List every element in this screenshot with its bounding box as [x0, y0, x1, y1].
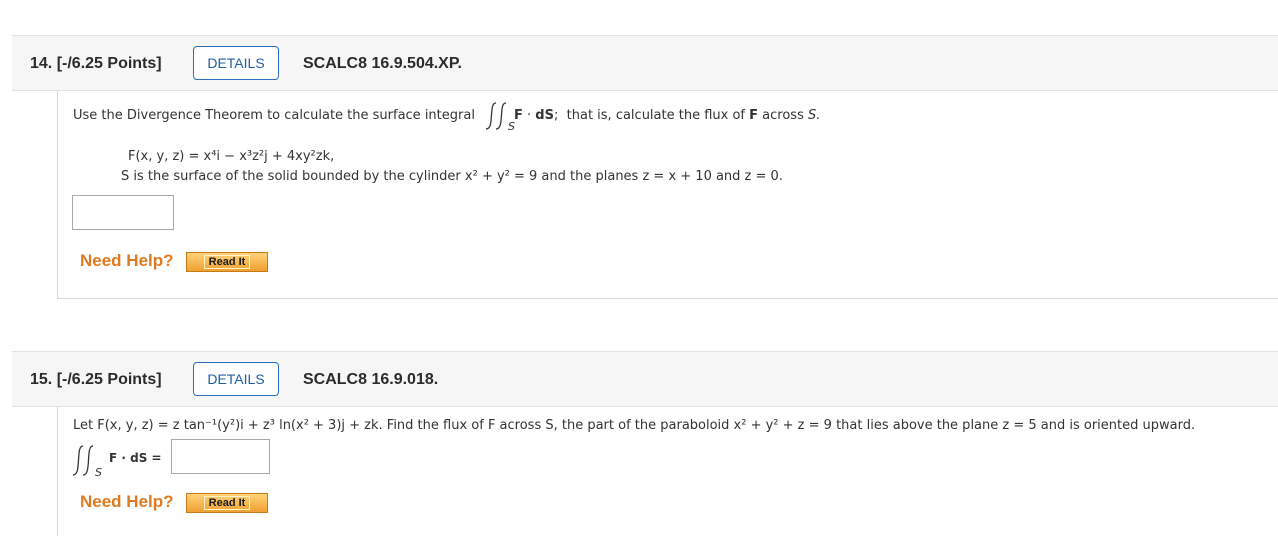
question-15-prompt: Let F(x, y, z) = z tan⁻¹(y²)i + z³ ln(x²…: [73, 418, 1196, 433]
question-14-title: 14. [-/6.25 Points]: [30, 55, 162, 72]
question-15-body: Let F(x, y, z) = z tan⁻¹(y²)i + z³ ln(x²…: [57, 407, 1278, 536]
surface-integral-icon: S: [72, 445, 102, 479]
surface-definition: S is the surface of the solid bounded by…: [121, 169, 783, 184]
question-14-code: SCALC8 16.9.504.XP.: [303, 55, 462, 72]
question-15-answer-field[interactable]: [171, 439, 270, 474]
dS-label: S: [544, 108, 554, 123]
question-14-prompt: Use the Divergence Theorem to calculate …: [73, 108, 475, 123]
question-15-integral-label: F · dS =: [109, 451, 162, 465]
question-14-details-button[interactable]: DETAILS: [193, 46, 279, 80]
question-14-read-it-button[interactable]: Read It: [186, 252, 268, 272]
question-15-details-button[interactable]: DETAILS: [193, 362, 279, 396]
question-14-answer-field[interactable]: [72, 195, 174, 230]
vector-field-definition: F(x, y, z) = x⁴i − x³z²j + 4xy²zk,: [128, 149, 335, 164]
question-15-read-it-button[interactable]: Read It: [186, 493, 268, 513]
question-15-need-help: Need Help?: [80, 492, 174, 511]
question-15-code: SCALC8 16.9.018.: [303, 371, 439, 388]
question-15-title: 15. [-/6.25 Points]: [30, 371, 162, 388]
question-14-header: 14. [-/6.25 Points] DETAILS SCALC8 16.9.…: [12, 35, 1278, 91]
question-14-need-help: Need Help?: [80, 251, 174, 270]
svg-text:S: S: [95, 466, 102, 479]
question-15-header: 15. [-/6.25 Points] DETAILS SCALC8 16.9.…: [12, 351, 1278, 407]
question-14-prompt-after-integral: F · dS; that is, calculate the flux of F…: [514, 108, 821, 123]
question-14-body: Use the Divergence Theorem to calculate …: [57, 91, 1278, 299]
